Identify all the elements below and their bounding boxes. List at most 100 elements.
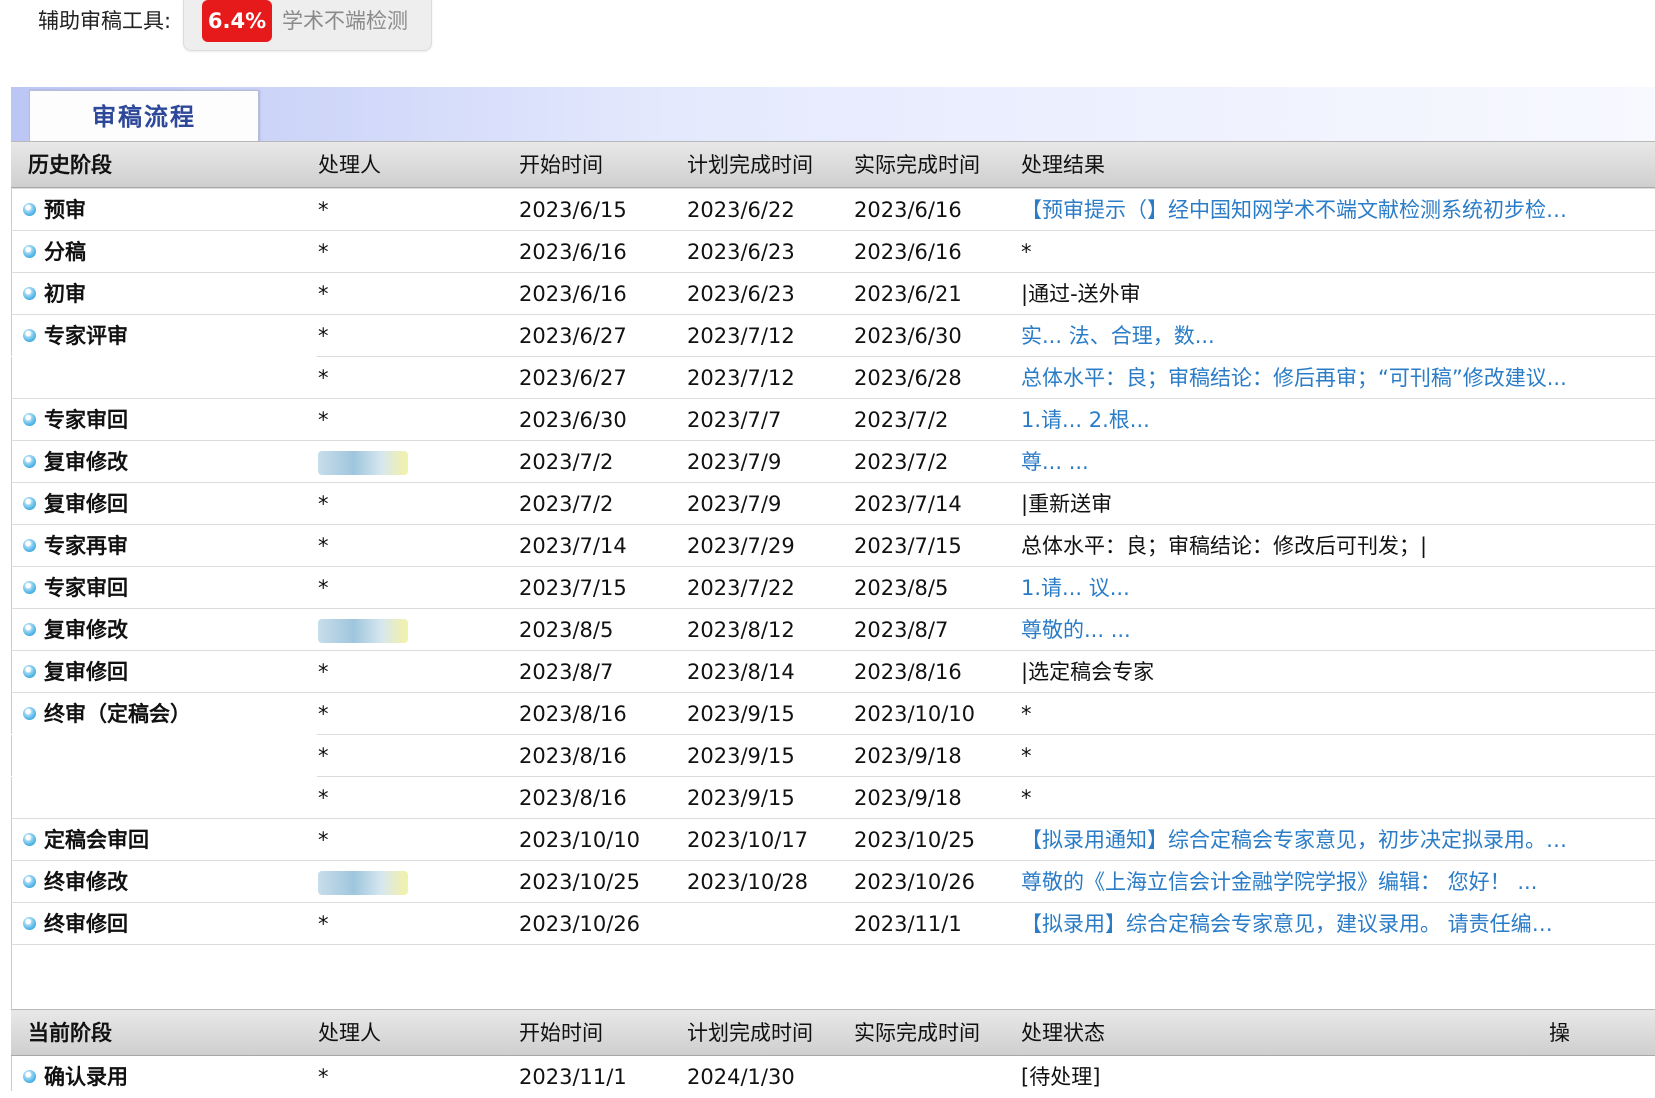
- start-time-cell: 2023/7/14: [519, 534, 627, 558]
- tab-review-workflow[interactable]: 审稿流程: [29, 90, 259, 142]
- stage-cell: 专家审回: [23, 567, 128, 609]
- plagiarism-check-button[interactable]: 6.4% 学术不端检测: [183, 0, 432, 51]
- start-time-cell: 2023/7/15: [519, 576, 627, 600]
- stage-bullet-icon: [23, 286, 36, 300]
- start-time-cell: 2023/8/16: [519, 786, 627, 810]
- result-link[interactable]: 1.请... 议...: [1021, 567, 1569, 609]
- planned-time-cell: 2023/8/14: [687, 660, 795, 684]
- start-time-cell: 2023/10/10: [519, 828, 641, 852]
- start-time-cell: 2023/7/2: [519, 492, 614, 516]
- handler-cell: *: [318, 702, 329, 726]
- current-table: 当前阶段 处理人 开始时间 计划完成时间 实际完成时间 处理状态 操 确认录用 *…: [11, 1009, 1655, 1096]
- handler-cell: *: [318, 912, 329, 936]
- stage-label: 终审修改: [44, 870, 128, 894]
- stage-cell: 终审修改: [23, 861, 128, 903]
- stage-cell: 预审: [23, 189, 86, 231]
- handler-redacted: [318, 871, 408, 895]
- start-time-cell: 2023/6/15: [519, 198, 627, 222]
- handler-cell: *: [318, 408, 329, 432]
- result-text: *: [1021, 744, 1032, 768]
- result-text: |通过-送外审: [1021, 282, 1141, 306]
- stage-cell: 定稿会审回: [23, 819, 149, 861]
- actual-time-cell: 2023/6/16: [854, 198, 962, 222]
- planned-time-cell: 2023/7/9: [687, 492, 782, 516]
- handler-cell: *: [318, 282, 329, 306]
- table-row: 预审 * 2023/6/15 2023/6/22 2023/6/16 【预审提示（】经中国…: [11, 188, 1655, 230]
- header-start-time: 开始时间: [519, 1021, 603, 1045]
- header-result: 处理结果: [1021, 153, 1105, 177]
- handler-redacted: [318, 619, 408, 643]
- stage-cell: 复审修改: [23, 441, 128, 483]
- stage-label: 专家再审: [44, 534, 128, 558]
- handler-cell: *: [318, 660, 329, 684]
- table-row: 专家审回 * 2023/7/15 2023/7/22 2023/8/5 1.请... 议.…: [11, 566, 1655, 608]
- header-operation: 操: [1549, 1021, 1570, 1045]
- result-link[interactable]: 【拟录用】综合定稿会专家意见，建议录用。 请责任编辑...: [1021, 903, 1569, 945]
- current-header-row: 当前阶段 处理人 开始时间 计划完成时间 实际完成时间 处理状态 操: [11, 1009, 1655, 1056]
- workflow-tabstrip: 审稿流程: [11, 87, 1655, 143]
- header-actual-time: 实际完成时间: [854, 1021, 980, 1045]
- stage-bullet-icon: [23, 1069, 36, 1083]
- planned-time-cell: 2023/6/23: [687, 282, 795, 306]
- planned-time-cell: 2023/6/23: [687, 240, 795, 264]
- start-time-cell: 2023/8/5: [519, 618, 614, 642]
- result-link[interactable]: 尊... ...: [1021, 441, 1569, 483]
- table-row: 初审 * 2023/6/16 2023/6/23 2023/6/21 |通过-送外审: [11, 272, 1655, 314]
- handler-cell: *: [318, 1065, 329, 1089]
- actual-time-cell: 2023/8/5: [854, 576, 949, 600]
- stage-bullet-icon: [23, 874, 36, 888]
- planned-time-cell: 2023/10/28: [687, 870, 809, 894]
- stage-label: 复审修改: [44, 450, 128, 474]
- header-handler: 处理人: [318, 1021, 381, 1045]
- start-time-cell: 2023/6/30: [519, 408, 627, 432]
- header-handler: 处理人: [318, 153, 381, 177]
- result-link[interactable]: 实... 法、合理，数...: [1021, 315, 1569, 357]
- planned-time-cell: 2023/7/29: [687, 534, 795, 558]
- stage-bullet-icon: [23, 664, 36, 678]
- stage-label: 定稿会审回: [44, 828, 149, 852]
- start-time-cell: 2023/8/16: [519, 702, 627, 726]
- result-link[interactable]: 1.请... 2.根...: [1021, 399, 1569, 441]
- stage-bullet-icon: [23, 916, 36, 930]
- result-link[interactable]: 尊敬的《上海立信会计金融学院学报》编辑： 您好！ ...: [1021, 861, 1569, 903]
- table-row: 定稿会审回 * 2023/10/10 2023/10/17 2023/10/25 【拟录用…: [11, 818, 1655, 860]
- handler-cell: *: [318, 744, 329, 768]
- table-row: 分稿 * 2023/6/16 2023/6/23 2023/6/16 *: [11, 230, 1655, 272]
- stage-label: 专家审回: [44, 408, 128, 432]
- handler-cell: *: [318, 828, 329, 852]
- actual-time-cell: 2023/6/16: [854, 240, 962, 264]
- stage-bullet-icon: [23, 496, 36, 510]
- stage-cell: 复审修回: [23, 651, 128, 693]
- result-link[interactable]: 总体水平：良；审稿结论：修后再审；“可刊稿”修改建议...: [1021, 357, 1569, 399]
- table-row: 复审修回 * 2023/7/2 2023/7/9 2023/7/14 |重新送审: [11, 482, 1655, 524]
- planned-time-cell: 2023/7/22: [687, 576, 795, 600]
- stage-cell: 复审修回: [23, 483, 128, 525]
- current-rows: 确认录用 * 2023/11/1 2024/1/30 [待处理]: [11, 1056, 1655, 1096]
- actual-time-cell: 2023/8/7: [854, 618, 949, 642]
- start-time-cell: 2023/6/16: [519, 240, 627, 264]
- stage-label: 确认录用: [44, 1065, 128, 1089]
- table-row: 终审修回 * 2023/10/26 2023/11/1 【拟录用】综合定稿会专家意见，建…: [11, 902, 1655, 944]
- start-time-cell: 2023/6/16: [519, 282, 627, 306]
- handler-cell: *: [318, 324, 329, 348]
- actual-time-cell: 2023/9/18: [854, 786, 962, 810]
- handler-cell: *: [318, 366, 329, 390]
- result-link[interactable]: 【预审提示（】经中国知网学术不端文献检测系统初步检测...: [1021, 189, 1569, 231]
- table-row: 复审修回 * 2023/8/7 2023/8/14 2023/8/16 |选定稿会专家: [11, 650, 1655, 692]
- stage-bullet-icon: [23, 538, 36, 552]
- actual-time-cell: 2023/7/2: [854, 408, 949, 432]
- stage-label: 终审修回: [44, 912, 128, 936]
- actual-time-cell: 2023/10/10: [854, 702, 976, 726]
- header-history-stage: 历史阶段: [28, 153, 112, 177]
- stage-cell: 分稿: [23, 231, 86, 273]
- planned-time-cell: 2023/7/12: [687, 366, 795, 390]
- start-time-cell: 2023/6/27: [519, 366, 627, 390]
- table-gap: [11, 944, 1655, 972]
- similarity-rate-badge: 6.4%: [202, 0, 272, 42]
- planned-cell: 2024/1/30: [687, 1065, 795, 1089]
- result-link[interactable]: 尊敬的... ...: [1021, 609, 1569, 651]
- stage-bullet-icon: [23, 244, 36, 258]
- result-link[interactable]: 【拟录用通知】综合定稿会专家意见，初步决定拟录用。请...: [1021, 819, 1569, 861]
- table-row: 专家审回 * 2023/6/30 2023/7/7 2023/7/2 1.请... 2.根…: [11, 398, 1655, 440]
- result-text: 总体水平：良；审稿结论：修改后可刊发；|: [1021, 534, 1428, 558]
